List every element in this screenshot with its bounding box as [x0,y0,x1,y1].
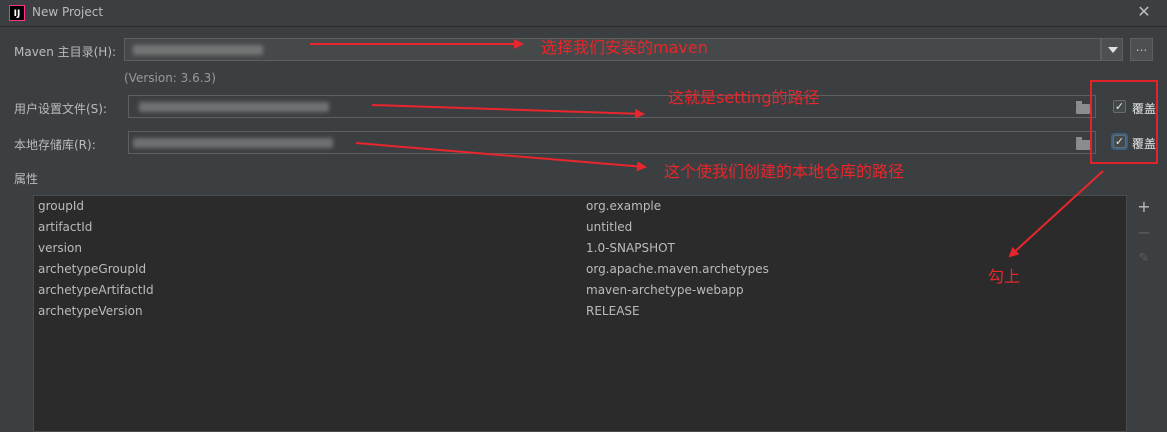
intellij-icon: IJ [9,5,25,21]
property-value: org.apache.maven.archetypes [586,262,769,276]
blurred-path [139,102,329,112]
user-settings-field[interactable] [128,95,1096,118]
window-title: New Project [32,5,104,19]
maven-home-label: Maven 主目录(H): [14,45,117,59]
property-value: maven-archetype-webapp [586,283,744,297]
maven-version: (Version: 3.6.3) [124,71,216,85]
table-row[interactable]: artifactId untitled [34,217,1126,238]
left-strip [0,195,10,432]
edit-property-button[interactable]: ✎ [1135,250,1153,268]
add-property-button[interactable]: + [1135,198,1153,216]
property-value: 1.0-SNAPSHOT [586,241,675,255]
blurred-path [133,138,333,148]
table-row[interactable]: version 1.0-SNAPSHOT [34,238,1126,259]
property-value: untitled [586,220,633,234]
table-row[interactable]: archetypeVersion RELEASE [34,301,1126,322]
annotation-box [1090,80,1158,164]
folder-icon[interactable] [1076,101,1090,114]
table-row[interactable]: archetypeGroupId org.apache.maven.archet… [34,259,1126,280]
blurred-path [133,45,263,55]
local-repo-label: 本地存储库(R): [14,138,96,152]
folder-icon[interactable] [1076,137,1090,150]
property-key: groupId [38,199,85,213]
close-icon[interactable]: ✕ [1135,3,1153,21]
properties-table[interactable]: groupId org.example artifactId untitled … [33,195,1127,432]
property-key: version [38,241,82,255]
user-settings-label: 用户设置文件(S): [14,102,108,116]
property-key: archetypeArtifactId [38,283,154,297]
property-key: artifactId [38,220,93,234]
properties-label: 属性 [14,172,39,186]
annotation-setting: 这就是setting的路径 [668,88,820,107]
property-value: org.example [586,199,662,213]
chevron-down-icon[interactable] [1101,38,1123,61]
table-row[interactable]: groupId org.example [34,196,1126,217]
annotation-maven: 选择我们安装的maven [541,38,708,57]
property-key: archetypeVersion [38,304,143,318]
browse-button[interactable]: ... [1130,38,1153,61]
property-value: RELEASE [586,304,640,318]
annotation-check: 勾上 [988,267,1021,286]
remove-property-button[interactable]: − [1135,224,1153,242]
table-row[interactable]: archetypeArtifactId maven-archetype-weba… [34,280,1126,301]
property-key: archetypeGroupId [38,262,147,276]
annotation-repo: 这个使我们创建的本地仓库的路径 [664,162,905,181]
local-repo-field[interactable] [128,131,1096,154]
title-bar: IJ New Project ✕ [0,0,1167,27]
